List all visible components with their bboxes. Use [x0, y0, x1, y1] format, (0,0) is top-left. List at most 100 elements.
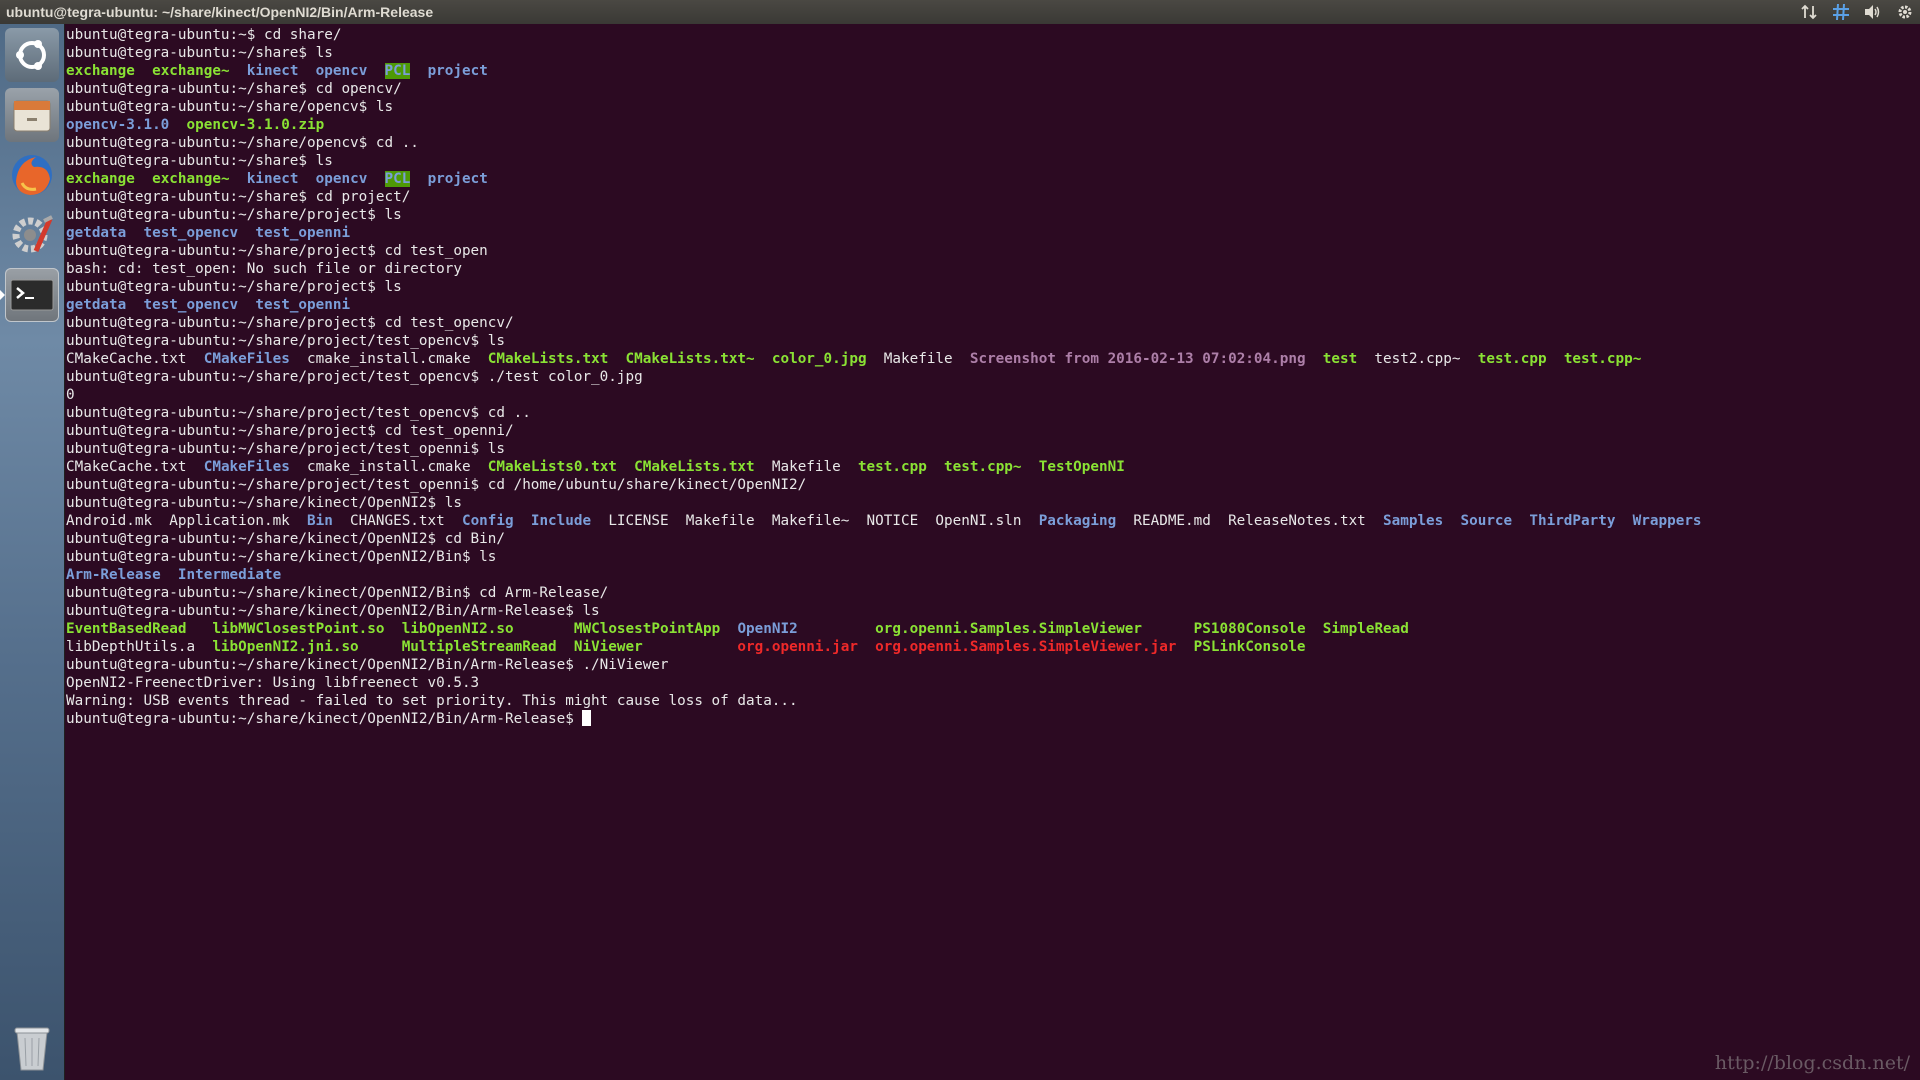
- terminal-text: Makefile: [754, 459, 858, 475]
- terminal-text: getdata: [66, 297, 127, 313]
- terminal-text: ubuntu@tegra-ubuntu:~/share/project/test…: [66, 333, 505, 349]
- terminal-window[interactable]: ubuntu@tegra-ubuntu:~$ cd share/ubuntu@t…: [65, 24, 1920, 1080]
- terminal-line: ubuntu@tegra-ubuntu:~/share/project/test…: [66, 476, 1702, 494]
- terminal-text: ubuntu@tegra-ubuntu:~/share$ cd project/: [66, 189, 411, 205]
- terminal-text: ubuntu@tegra-ubuntu:~/share/project/test…: [66, 477, 807, 493]
- terminal-text: test_openni: [255, 225, 351, 241]
- terminal-line: ubuntu@tegra-ubuntu:~/share/opencv$ ls: [66, 98, 1702, 116]
- terminal-text: libDepthUtils.a: [66, 639, 213, 655]
- terminal-text: getdata: [66, 225, 127, 241]
- network-icon[interactable]: [1800, 3, 1818, 21]
- terminal-text: CMakeFiles: [203, 459, 290, 475]
- terminal-text: opencv: [315, 171, 368, 187]
- terminal-text: ubuntu@tegra-ubuntu:~/share/project$ cd …: [66, 423, 514, 439]
- terminal-line: ubuntu@tegra-ubuntu:~/share$ cd project/: [66, 188, 1702, 206]
- terminal-line: ubuntu@tegra-ubuntu:~/share/project/test…: [66, 332, 1702, 350]
- terminal-text: Android.mk Application.mk: [66, 513, 308, 529]
- terminal-text: Wrappers: [1632, 513, 1702, 529]
- terminal-text: libMWClosestPoint.so: [212, 621, 385, 637]
- firefox-icon[interactable]: [5, 148, 59, 202]
- active-app-indicator: [0, 290, 5, 300]
- terminal-text: LICENSE Makefile Makefile~ NOTICE OpenNI…: [591, 513, 1039, 529]
- terminal-line: getdata test_opencv test_openni: [66, 224, 1702, 242]
- terminal-line: ubuntu@tegra-ubuntu:~/share/project$ ls: [66, 278, 1702, 296]
- terminal-line: ubuntu@tegra-ubuntu:~/share$ cd opencv/: [66, 80, 1702, 98]
- terminal-text: CMakeLists.txt: [634, 459, 755, 475]
- terminal-text: ubuntu@tegra-ubuntu:~/share/project$ cd …: [66, 243, 488, 259]
- keyboard-layout-icon[interactable]: [1832, 3, 1850, 21]
- terminal-text: ubuntu@tegra-ubuntu:~/share/kinect/OpenN…: [66, 585, 609, 601]
- terminal-output: ubuntu@tegra-ubuntu:~$ cd share/ubuntu@t…: [66, 26, 1702, 728]
- terminal-line: bash: cd: test_open: No such file or dir…: [66, 260, 1702, 278]
- terminal-text: ThirdParty: [1529, 513, 1616, 529]
- text-cursor: [582, 710, 592, 726]
- files-icon[interactable]: [5, 88, 59, 142]
- terminal-text: Source: [1460, 513, 1513, 529]
- terminal-text: PS1080Console: [1193, 621, 1306, 637]
- terminal-text: ubuntu@tegra-ubuntu:~/share/opencv$ ls: [66, 99, 394, 115]
- volume-icon[interactable]: [1864, 3, 1882, 21]
- terminal-text: org.openni.Samples.SimpleViewer.jar: [875, 639, 1177, 655]
- terminal-line: libDepthUtils.a libOpenNI2.jni.so Multip…: [66, 638, 1702, 656]
- terminal-text: CMakeLists0.txt: [487, 459, 617, 475]
- terminal-text: Samples: [1383, 513, 1444, 529]
- terminal-text: kinect: [246, 171, 299, 187]
- terminal-text: test.cpp~: [944, 459, 1022, 475]
- terminal-line: ubuntu@tegra-ubuntu:~/share/kinect/OpenN…: [66, 530, 1702, 548]
- terminal-line: ubuntu@tegra-ubuntu:~/share/kinect/OpenN…: [66, 584, 1702, 602]
- terminal-text: PCL: [384, 63, 411, 79]
- terminal-text: ubuntu@tegra-ubuntu:~/share/kinect/OpenN…: [66, 531, 505, 547]
- ubuntu-dash-icon[interactable]: [5, 28, 59, 82]
- trash-icon[interactable]: [5, 1020, 59, 1074]
- terminal-text: ubuntu@tegra-ubuntu:~/share/kinect/OpenN…: [66, 711, 583, 727]
- system-settings-icon[interactable]: [5, 208, 59, 262]
- terminal-text: ubuntu@tegra-ubuntu:~/share/kinect/OpenN…: [66, 657, 669, 673]
- terminal-text: org.openni.Samples.SimpleViewer: [875, 621, 1143, 637]
- terminal-text: test_opencv: [143, 297, 239, 313]
- terminal-text: README.md ReleaseNotes.txt: [1116, 513, 1384, 529]
- terminal-text: ubuntu@tegra-ubuntu:~/share/project$ cd …: [66, 315, 514, 331]
- terminal-text: ubuntu@tegra-ubuntu:~/share/kinect/OpenN…: [66, 549, 497, 565]
- window-title: ubuntu@tegra-ubuntu: ~/share/kinect/Open…: [6, 4, 434, 20]
- terminal-text: Bin: [307, 513, 333, 529]
- terminal-line: ubuntu@tegra-ubuntu:~/share$ ls: [66, 44, 1702, 62]
- terminal-text: opencv: [315, 63, 368, 79]
- launcher-sidebar: [0, 24, 65, 1080]
- terminal-line: ubuntu@tegra-ubuntu:~/share/project/test…: [66, 368, 1702, 386]
- terminal-line: 0: [66, 386, 1702, 404]
- terminal-text: PCL: [384, 171, 411, 187]
- settings-gear-icon[interactable]: [1896, 3, 1914, 21]
- terminal-text: ubuntu@tegra-ubuntu:~/share/project/test…: [66, 441, 505, 457]
- terminal-line: ubuntu@tegra-ubuntu:~/share/opencv$ cd .…: [66, 134, 1702, 152]
- terminal-line: ubuntu@tegra-ubuntu:~/share/project$ cd …: [66, 422, 1702, 440]
- terminal-text: Warning: USB events thread - failed to s…: [66, 693, 798, 709]
- terminal-text: OpenNI2: [737, 621, 798, 637]
- terminal-line: ubuntu@tegra-ubuntu:~$ cd share/: [66, 26, 1702, 44]
- terminal-text: bash: cd: test_open: No such file or dir…: [66, 261, 462, 277]
- terminal-text: MultipleStreamRead: [401, 639, 557, 655]
- terminal-icon[interactable]: [5, 268, 59, 322]
- terminal-line: ubuntu@tegra-ubuntu:~/share/kinect/OpenN…: [66, 656, 1702, 674]
- terminal-text: ubuntu@tegra-ubuntu:~/share/kinect/OpenN…: [66, 603, 600, 619]
